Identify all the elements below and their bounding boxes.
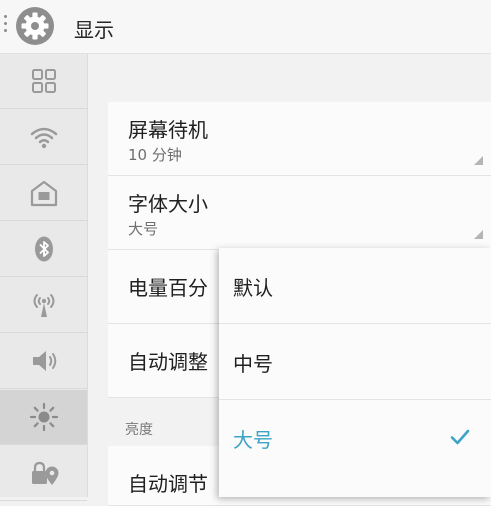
sidebar-item-apps[interactable] (0, 54, 87, 109)
dropdown-corner-icon (474, 156, 483, 165)
sidebar (0, 54, 88, 501)
font-size-setting[interactable]: 字体大小 大号 (108, 176, 491, 250)
gear-icon (21, 12, 49, 40)
battery-percent-title: 电量百分 (128, 276, 208, 300)
page-title: 显示 (74, 18, 114, 42)
font-size-popup: 默认 中号 大号 (219, 248, 491, 497)
sidebar-item-home[interactable] (0, 166, 87, 221)
screen-timeout-setting[interactable]: 屏幕待机 10 分钟 (108, 102, 491, 176)
lock-location-icon (31, 461, 58, 485)
volume-icon (32, 351, 56, 371)
section-header-brightness: 亮度 (125, 422, 153, 438)
screen-timeout-summary: 10 分钟 (128, 146, 182, 164)
antenna-icon (33, 294, 54, 317)
auto-adjust-title: 自动调整 (128, 350, 208, 374)
option-label: 默认 (233, 276, 273, 300)
checkmark-icon (450, 429, 470, 445)
screen-timeout-title: 屏幕待机 (128, 118, 208, 142)
sidebar-item-display[interactable] (0, 390, 87, 445)
header-bar: 显示 (0, 0, 491, 54)
grid-icon (31, 69, 56, 93)
option-label: 中号 (233, 352, 273, 376)
settings-app-button[interactable] (16, 7, 54, 45)
sidebar-item-wifi[interactable] (0, 110, 87, 165)
sidebar-item-sound[interactable] (0, 334, 87, 389)
sidebar-item-tethering[interactable] (0, 278, 87, 333)
wifi-icon (30, 127, 57, 149)
font-size-title: 字体大小 (128, 192, 208, 216)
home-icon (30, 180, 57, 207)
option-default[interactable]: 默认 (219, 248, 491, 324)
bluetooth-icon (34, 236, 53, 262)
font-size-summary: 大号 (128, 220, 159, 238)
sidebar-item-bluetooth[interactable] (0, 222, 87, 277)
option-medium[interactable]: 中号 (219, 324, 491, 400)
auto-brightness-title: 自动调节 (128, 472, 208, 496)
brightness-icon (29, 402, 58, 432)
overflow-handle-icon[interactable] (4, 15, 8, 37)
dropdown-corner-icon (474, 230, 483, 239)
sidebar-item-security[interactable] (0, 446, 87, 501)
option-large[interactable]: 大号 (219, 400, 491, 476)
option-label: 大号 (233, 428, 273, 452)
